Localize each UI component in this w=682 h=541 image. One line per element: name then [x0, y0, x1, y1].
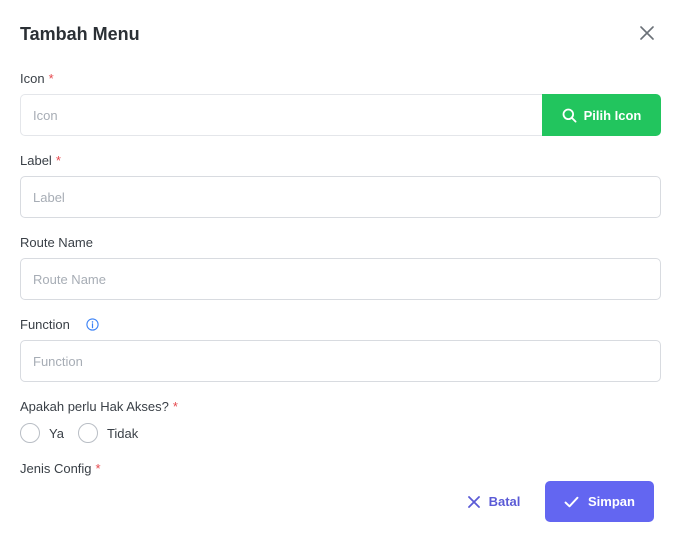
check-icon [564, 496, 579, 507]
x-icon [467, 495, 480, 508]
required-mark: * [55, 153, 61, 168]
route-name-input[interactable] [20, 258, 661, 300]
icon-field-label: Icon * [20, 71, 54, 86]
access-rights-label: Apakah perlu Hak Akses? * [20, 399, 178, 414]
close-button[interactable] [636, 22, 658, 44]
pick-icon-button[interactable]: Pilih Icon [542, 94, 661, 136]
radio-option-tidak[interactable]: Tidak [77, 423, 138, 443]
radio-circle[interactable] [20, 423, 40, 443]
radio-option-ya[interactable]: Ya [20, 423, 64, 443]
modal-title: Tambah Menu [20, 24, 140, 44]
label-input[interactable] [20, 176, 661, 218]
save-button[interactable]: Simpan [545, 481, 654, 522]
add-menu-modal: Tambah Menu Icon * Pilih Icon Label * Ro… [0, 0, 682, 541]
required-mark: * [95, 461, 101, 476]
required-mark: * [48, 71, 54, 86]
icon-input[interactable] [20, 94, 543, 136]
access-rights-radio-group: Ya Tidak [20, 423, 152, 443]
required-mark: * [172, 399, 178, 414]
route-name-field-label: Route Name [20, 235, 93, 250]
function-field-label: Function [20, 317, 99, 332]
config-type-label: Jenis Config * [20, 461, 101, 476]
search-icon [562, 108, 577, 122]
label-field-label: Label * [20, 153, 61, 168]
cancel-button[interactable]: Batal [455, 481, 533, 522]
function-input[interactable] [20, 340, 661, 382]
close-icon [640, 26, 654, 40]
radio-circle[interactable] [77, 423, 98, 443]
info-icon[interactable] [86, 318, 99, 331]
